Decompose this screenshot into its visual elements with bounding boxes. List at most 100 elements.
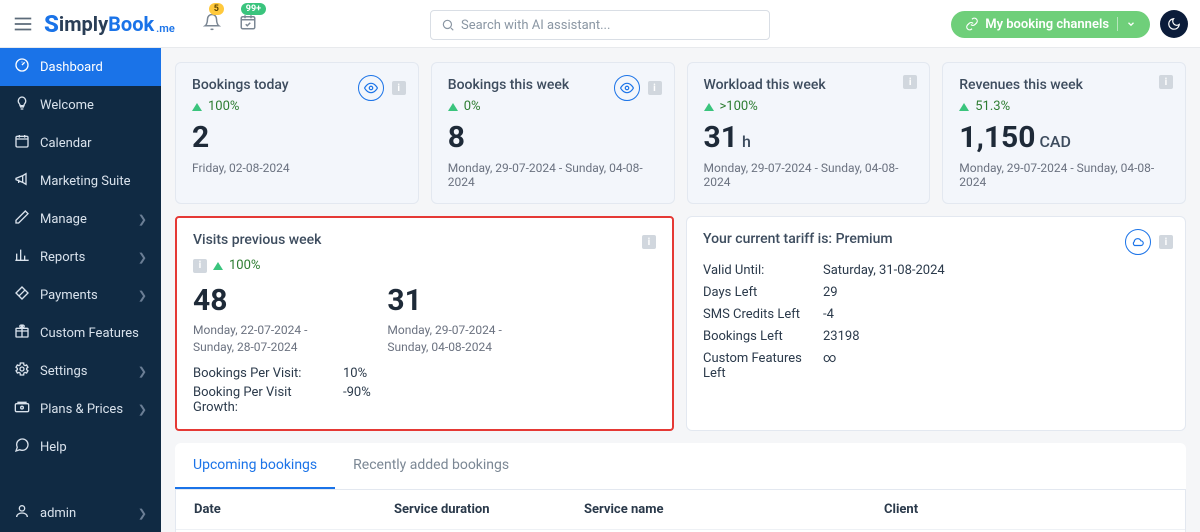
sidebar-item-payments[interactable]: Payments❯: [0, 276, 161, 314]
bpv-label: Bookings Per Visit:: [193, 366, 323, 381]
info-icon[interactable]: i: [193, 259, 207, 273]
eye-icon[interactable]: [358, 75, 384, 101]
money-icon: [14, 399, 30, 419]
stat-change: >100%: [704, 99, 914, 114]
col-date-header: Date: [194, 502, 394, 517]
user-icon: [14, 503, 30, 523]
eye-icon[interactable]: [614, 75, 640, 101]
stat-change: 100%: [192, 99, 402, 114]
visit-range: Monday, 22-07-2024 -Sunday, 28-07-2024: [193, 322, 307, 356]
booking-channels-button[interactable]: My booking channels: [951, 11, 1150, 38]
stat-range: Monday, 29-07-2024 - Sunday, 04-08-2024: [704, 161, 914, 189]
tariff-value: 29: [823, 285, 838, 300]
col-duration-header: Service duration: [394, 502, 584, 517]
up-arrow-icon: [959, 103, 969, 111]
booking-channels-label: My booking channels: [985, 17, 1109, 32]
dashboard-icon: [14, 57, 30, 77]
sidebar-item-label: Welcome: [40, 98, 94, 113]
tab-recent[interactable]: Recently added bookings: [335, 443, 527, 489]
search-icon: [441, 18, 455, 32]
tariff-card: Your current tariff is: Premium i Valid …: [686, 216, 1186, 431]
tariff-row: Bookings Left23198: [703, 329, 1169, 344]
stat-card: Bookings today i 100% 2 Friday, 02-08-20…: [175, 62, 419, 204]
info-icon[interactable]: i: [903, 75, 917, 89]
search-input[interactable]: Search with AI assistant...: [430, 10, 770, 40]
chevron-right-icon: ❯: [138, 365, 147, 378]
sidebar-item-welcome[interactable]: Welcome: [0, 86, 161, 124]
visits-title: Visits previous week: [193, 232, 321, 248]
stat-card: Revenues this week i 51.3% 1,150CAD Mond…: [942, 62, 1186, 204]
visits-change: i 100%: [193, 258, 656, 273]
up-arrow-icon: [704, 103, 714, 111]
link-icon: [965, 17, 979, 31]
visit-range: Monday, 29-07-2024 -Sunday, 04-08-2024: [387, 322, 501, 356]
theme-toggle-button[interactable]: [1160, 10, 1188, 38]
sidebar-item-label: admin: [40, 506, 76, 521]
pencil-icon: [14, 209, 30, 229]
stat-title: Revenues this week: [959, 77, 1169, 93]
notifications-button[interactable]: 5: [203, 13, 221, 35]
sidebar-item-help[interactable]: Help: [0, 428, 161, 466]
bpv-value: 10%: [343, 366, 367, 381]
calendar-icon: [14, 133, 30, 153]
sidebar: Dashboard Welcome Calendar Marketing SuiteM…: [0, 48, 161, 532]
visit-column: 31Monday, 29-07-2024 -Sunday, 04-08-2024: [387, 283, 501, 356]
up-arrow-icon: [192, 103, 202, 111]
info-icon[interactable]: i: [648, 81, 662, 95]
help-icon: [14, 437, 30, 457]
tariff-value: -4: [823, 307, 834, 322]
chart-icon: [14, 247, 30, 267]
stat-range: Monday, 29-07-2024 - Sunday, 04-08-2024: [448, 161, 658, 189]
megaphone-icon: [14, 171, 30, 191]
stat-card: Bookings this week i 0% 8 Monday, 29-07-…: [431, 62, 675, 204]
stat-range: Friday, 02-08-2024: [192, 161, 402, 175]
stat-unit: CAD: [1039, 132, 1071, 151]
stat-card: Workload this week i >100% 31h Monday, 2…: [687, 62, 931, 204]
notifications-badge: 5: [209, 3, 224, 15]
stat-value: 1,150: [959, 120, 1035, 155]
sidebar-item-settings[interactable]: Settings❯: [0, 352, 161, 390]
main-content: Bookings today i 100% 2 Friday, 02-08-20…: [161, 48, 1200, 532]
col-service-header: Service name: [584, 502, 734, 517]
stat-value: 8: [448, 120, 465, 155]
sidebar-item-reports[interactable]: Reports❯: [0, 238, 161, 276]
tariff-row: Days Left29: [703, 285, 1169, 300]
cloud-icon[interactable]: [1125, 229, 1151, 255]
sidebar-item-calendar[interactable]: Calendar: [0, 124, 161, 162]
menu-toggle-icon[interactable]: [12, 13, 34, 35]
tariff-key: Days Left: [703, 285, 823, 300]
chevron-right-icon: ❯: [138, 251, 147, 264]
info-icon[interactable]: i: [392, 81, 406, 95]
info-icon[interactable]: i: [1159, 75, 1173, 89]
chevron-right-icon: ❯: [138, 507, 147, 520]
moon-icon: [1167, 17, 1181, 31]
tariff-row: SMS Credits Left-4: [703, 307, 1169, 322]
brand-logo[interactable]: SimplyBook.me: [44, 10, 175, 38]
tariff-key: Bookings Left: [703, 329, 823, 344]
topbar: SimplyBook.me 5 99+ Search with AI assis…: [0, 0, 1200, 48]
gift-icon: [14, 323, 30, 343]
tariff-value: 23198: [823, 329, 860, 344]
tab-upcoming[interactable]: Upcoming bookings: [175, 443, 335, 489]
sidebar-item-manage[interactable]: Manage❯: [0, 200, 161, 238]
sidebar-item-custom-features[interactable]: Custom Features: [0, 314, 161, 352]
sidebar-item-plans-&-prices[interactable]: Plans & Prices❯: [0, 390, 161, 428]
payments-icon: [14, 285, 30, 305]
stat-unit: h: [742, 132, 751, 151]
tariff-key: SMS Credits Left: [703, 307, 823, 322]
sidebar-item-marketing-suite[interactable]: Marketing Suite: [0, 162, 161, 200]
tariff-row: Custom Features Left∞: [703, 351, 1169, 381]
bookings-table: Date Service duration Service name Clien…: [175, 490, 1186, 532]
sidebar-item-admin[interactable]: admin ❯: [0, 494, 161, 532]
sidebar-item-label: Calendar: [40, 136, 92, 151]
info-icon[interactable]: i: [1159, 235, 1173, 249]
stat-title: Workload this week: [704, 77, 914, 93]
col-client-header: Client: [884, 502, 1087, 517]
info-icon[interactable]: i: [642, 235, 656, 249]
stat-value: 31: [704, 120, 738, 155]
sidebar-item-dashboard[interactable]: Dashboard: [0, 48, 161, 86]
stat-value: 2: [192, 120, 209, 155]
calendar-notifications-button[interactable]: 99+: [239, 13, 257, 35]
stat-range: Monday, 29-07-2024 - Sunday, 04-08-2024: [959, 161, 1169, 189]
chevron-down-icon: [1126, 19, 1136, 29]
